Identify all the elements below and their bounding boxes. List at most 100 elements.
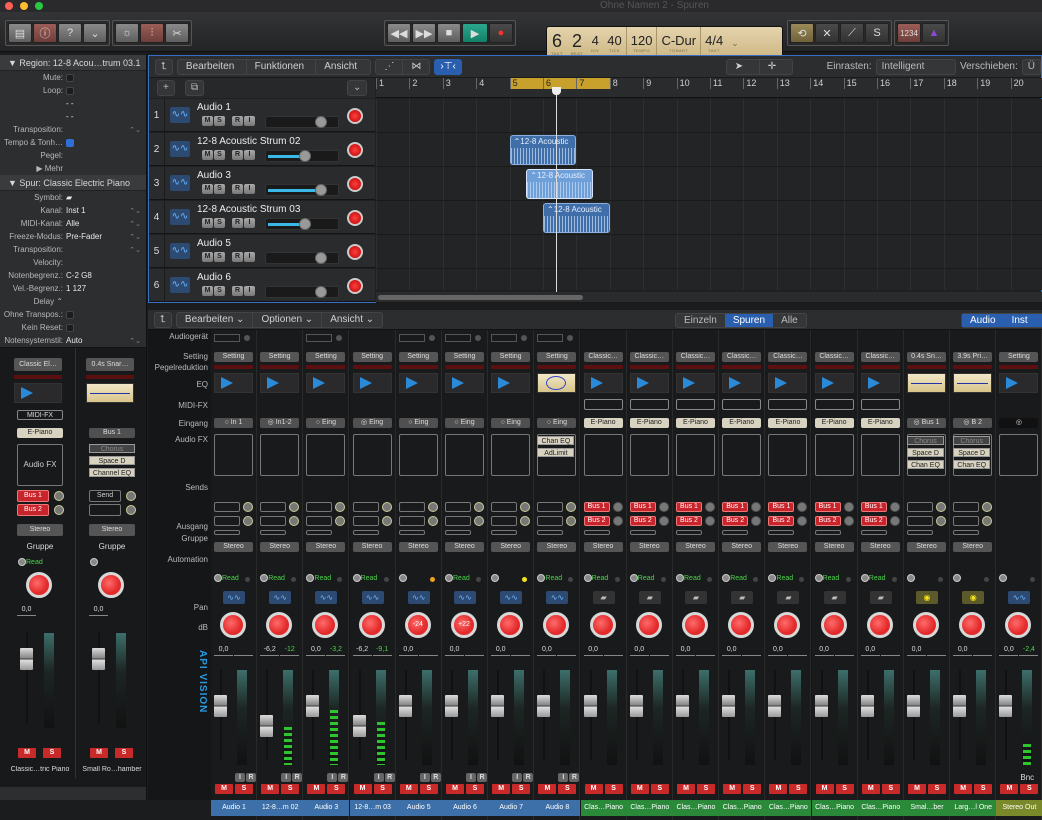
input-monitor-button[interactable]: I (244, 286, 255, 296)
input-monitor-button[interactable]: I (244, 218, 255, 228)
mute-button[interactable]: M (677, 784, 695, 794)
automation-mode[interactable] (491, 574, 500, 582)
send-level-knob[interactable] (797, 502, 808, 512)
send-level-knob[interactable] (889, 516, 900, 526)
volume-readout[interactable]: 0,0 (722, 646, 742, 656)
pan-knob[interactable] (682, 612, 708, 638)
eq-display[interactable] (629, 373, 669, 393)
output-slot[interactable]: Stereo (445, 542, 484, 552)
volume-fader[interactable] (860, 695, 874, 718)
solo-button[interactable]: S (327, 784, 346, 794)
solo-button[interactable]: S (974, 784, 993, 794)
mixer-button[interactable]: ⫶ (140, 23, 164, 43)
audio-fx-slot[interactable] (860, 434, 900, 476)
channel-name[interactable]: Smal…ber (904, 800, 950, 816)
midi-fx-slot[interactable] (629, 399, 669, 410)
audio-device-slot[interactable] (214, 334, 240, 342)
automation-mode[interactable]: Read (214, 574, 239, 582)
send-level-knob[interactable] (843, 502, 854, 512)
send-slot-empty[interactable] (260, 530, 287, 535)
channel-name[interactable]: Clas…Piano (719, 800, 766, 816)
catch-playhead-button[interactable]: ›⊤‹ (434, 58, 462, 75)
input-slot[interactable]: E-Piano (676, 418, 715, 428)
peak-readout[interactable] (557, 646, 577, 656)
track-lane[interactable] (376, 99, 1042, 133)
peak-readout[interactable] (649, 646, 669, 656)
eq-display[interactable] (260, 373, 300, 393)
playhead[interactable] (552, 87, 562, 297)
pan-knob[interactable] (26, 572, 52, 598)
input-monitor-button[interactable]: I (235, 773, 245, 782)
solo-button[interactable]: S (214, 286, 225, 296)
send-slot-empty[interactable] (583, 530, 610, 535)
eq-display[interactable] (676, 373, 715, 393)
send-slot-empty[interactable] (445, 530, 471, 535)
send-level-knob[interactable] (381, 516, 392, 526)
track-name[interactable]: Audio 5 (197, 238, 231, 249)
send-slot[interactable] (352, 502, 379, 512)
setting-button[interactable]: Setting (537, 352, 577, 362)
send-slot-empty[interactable] (768, 530, 795, 535)
volume-readout[interactable]: 0,0 (953, 646, 973, 656)
send-slot[interactable]: Bus 1 (722, 502, 749, 512)
channel-name[interactable]: Audio 8 (534, 800, 581, 816)
volume-readout[interactable]: 0,0 (89, 606, 108, 616)
mute-button[interactable]: M (215, 784, 233, 794)
input-slot[interactable]: E-Piano (629, 418, 669, 428)
volume-fader[interactable] (445, 695, 458, 718)
audio-fx-slot[interactable] (260, 434, 300, 476)
send-level-knob[interactable] (751, 516, 762, 526)
send-slot[interactable]: Bus 2 (583, 516, 610, 526)
peak-readout[interactable] (418, 646, 438, 656)
toolbar-button[interactable]: ⌄ (83, 23, 107, 43)
stepper-icon[interactable]: ⌃⌄ (129, 126, 141, 134)
send-slot[interactable] (306, 502, 333, 512)
solo-button[interactable]: S (881, 784, 900, 794)
solo-button[interactable]: S (466, 784, 484, 794)
input-monitor-button[interactable]: I (512, 773, 523, 782)
automation-mode[interactable]: Read (768, 574, 793, 582)
channel-name[interactable]: 12-8…m 02 (257, 800, 304, 816)
send-slot[interactable] (306, 516, 333, 526)
volume-fader[interactable] (953, 695, 967, 718)
automation-mode[interactable] (398, 574, 407, 582)
solo-button[interactable]: S (214, 218, 225, 228)
mute-button[interactable]: M (353, 784, 372, 794)
input-slot[interactable]: E-Piano (814, 418, 854, 428)
send-slot[interactable] (260, 516, 287, 526)
output-slot[interactable]: Stereo (260, 542, 300, 552)
send-level-knob[interactable] (335, 516, 346, 526)
output-slot[interactable]: Stereo (860, 542, 900, 552)
volume-readout[interactable]: 0,0 (907, 646, 926, 656)
setting-button[interactable]: Classic… (860, 352, 900, 362)
midi-fx-slot[interactable] (583, 399, 623, 410)
mute-button[interactable]: M (446, 784, 464, 794)
send-level-knob[interactable] (54, 491, 64, 501)
send-slot[interactable] (260, 502, 287, 512)
audio-fx-slot[interactable] (352, 434, 392, 476)
pan-knob[interactable] (358, 612, 385, 638)
send-slot[interactable]: Bus 2 (629, 516, 656, 526)
volume-fader[interactable] (676, 695, 689, 718)
quick-help-button[interactable]: ? (58, 23, 82, 43)
pan-knob[interactable] (1005, 612, 1032, 638)
minimize-window-button[interactable] (20, 2, 28, 10)
region-inspector-header[interactable]: ▼ Region: 12-8 Acou…trum 03.1 (0, 55, 146, 71)
send-slot[interactable]: Bus 2 (768, 516, 795, 526)
send-level-knob[interactable] (751, 502, 762, 512)
channel-name[interactable]: Clas…Piano (857, 800, 904, 816)
input-slot[interactable]: ○ Eing (491, 418, 531, 428)
mixer-view-tab[interactable]: Spuren (724, 314, 774, 327)
send-slot[interactable] (214, 516, 240, 526)
mute-button[interactable]: M (723, 784, 742, 794)
flex-icon[interactable]: ⋈ (403, 60, 429, 74)
automation-mode[interactable]: Read (537, 574, 562, 582)
channel-name[interactable]: Clas…Piano (673, 800, 719, 816)
input-slot[interactable]: Bus 1 (89, 428, 135, 438)
track-header[interactable]: 4 ∿∿ 12-8 Acoustic Strum 03 M S R I (149, 201, 375, 234)
audio-fx-slot[interactable] (768, 434, 808, 476)
input-slot[interactable]: ◎ (999, 418, 1039, 428)
volume-slider-knob[interactable] (298, 218, 311, 230)
record-enable-button[interactable]: R (232, 116, 243, 126)
send-level-knob[interactable] (289, 502, 300, 512)
